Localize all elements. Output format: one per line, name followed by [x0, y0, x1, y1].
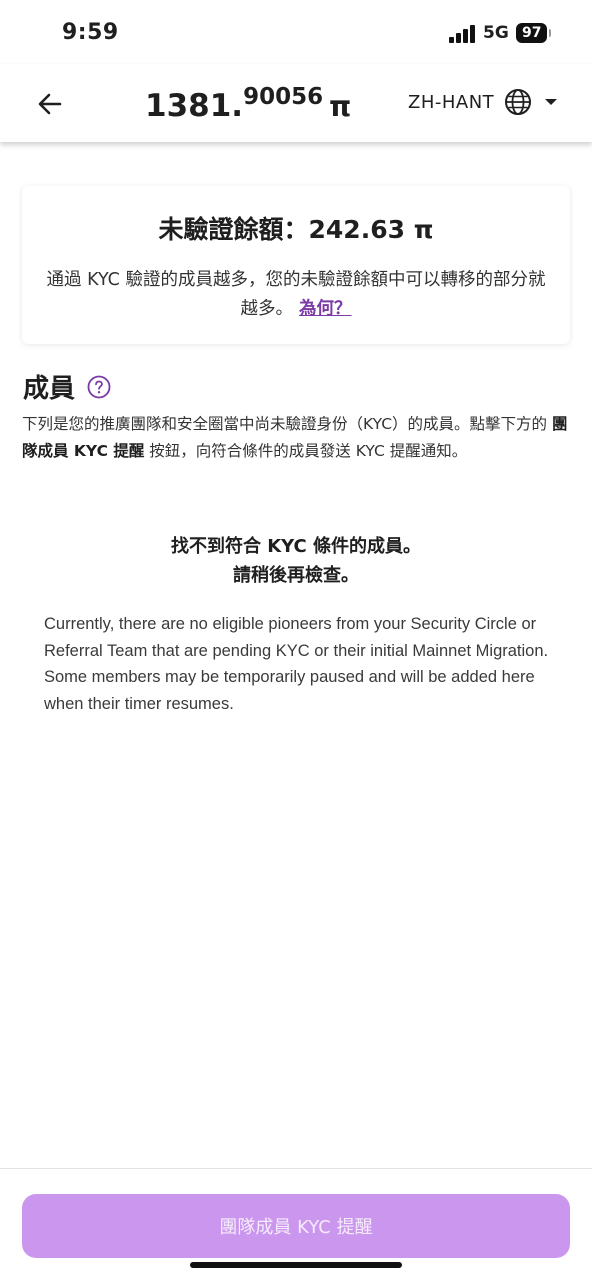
empty-state-line1: 找不到符合 KYC 條件的成員。	[170, 536, 422, 557]
balance-integer: 1381.	[145, 88, 244, 124]
members-desc-part2: 按鈕，向符合條件的成員發送 KYC 提醒通知。	[149, 442, 468, 460]
help-icon[interactable]	[87, 375, 111, 399]
currency-symbol: π	[329, 90, 352, 123]
caret-down-icon	[545, 99, 558, 105]
members-header: 成員	[23, 368, 111, 405]
back-arrow-icon[interactable]	[34, 88, 66, 120]
status-time: 9:59	[62, 20, 119, 45]
status-bar: 9:59 5G 97	[0, 0, 592, 64]
language-label: ZH-HANT	[408, 91, 495, 113]
battery-indicator: 97	[516, 23, 553, 43]
bottom-divider	[0, 1168, 592, 1169]
unverified-balance-text: 通過 KYC 驗證的成員越多，您的未驗證餘額中可以轉移的部分就越多。	[46, 270, 546, 319]
top-bar: 1381.90056 π ZH-HANT	[0, 64, 592, 142]
why-link[interactable]: 為何？	[299, 299, 352, 319]
balance-decimal: 90056	[243, 84, 324, 110]
pi-balance: 1381.90056 π	[145, 84, 351, 124]
globe-icon	[505, 89, 532, 115]
language-selector[interactable]: ZH-HANT	[408, 88, 558, 116]
unverified-balance-title: 未驗證餘額：242.63 π	[158, 215, 434, 244]
empty-state-title: 找不到符合 KYC 條件的成員。 請稍後再檢查。	[0, 532, 592, 590]
signal-icon	[449, 25, 475, 43]
home-indicator	[190, 1262, 402, 1268]
empty-state-line2: 請稍後再檢查。	[233, 565, 359, 586]
network-label: 5G	[483, 23, 509, 43]
members-desc-part1: 下列是您的推廣團隊和安全圈當中尚未驗證身份（KYC）的成員。點擊下方的	[22, 415, 548, 433]
members-description: 下列是您的推廣團隊和安全圈當中尚未驗證身份（KYC）的成員。點擊下方的 團隊成員…	[22, 411, 570, 465]
unverified-balance-description: 通過 KYC 驗證的成員越多，您的未驗證餘額中可以轉移的部分就越多。 為何？	[42, 266, 550, 324]
unverified-balance-card: 未驗證餘額：242.63 π 通過 KYC 驗證的成員越多，您的未驗證餘額中可以…	[22, 186, 570, 344]
members-title: 成員	[23, 374, 76, 404]
team-kyc-reminder-button[interactable]: 團隊成員 KYC 提醒	[22, 1194, 570, 1258]
empty-state-description: Currently, there are no eligible pioneer…	[44, 615, 549, 713]
